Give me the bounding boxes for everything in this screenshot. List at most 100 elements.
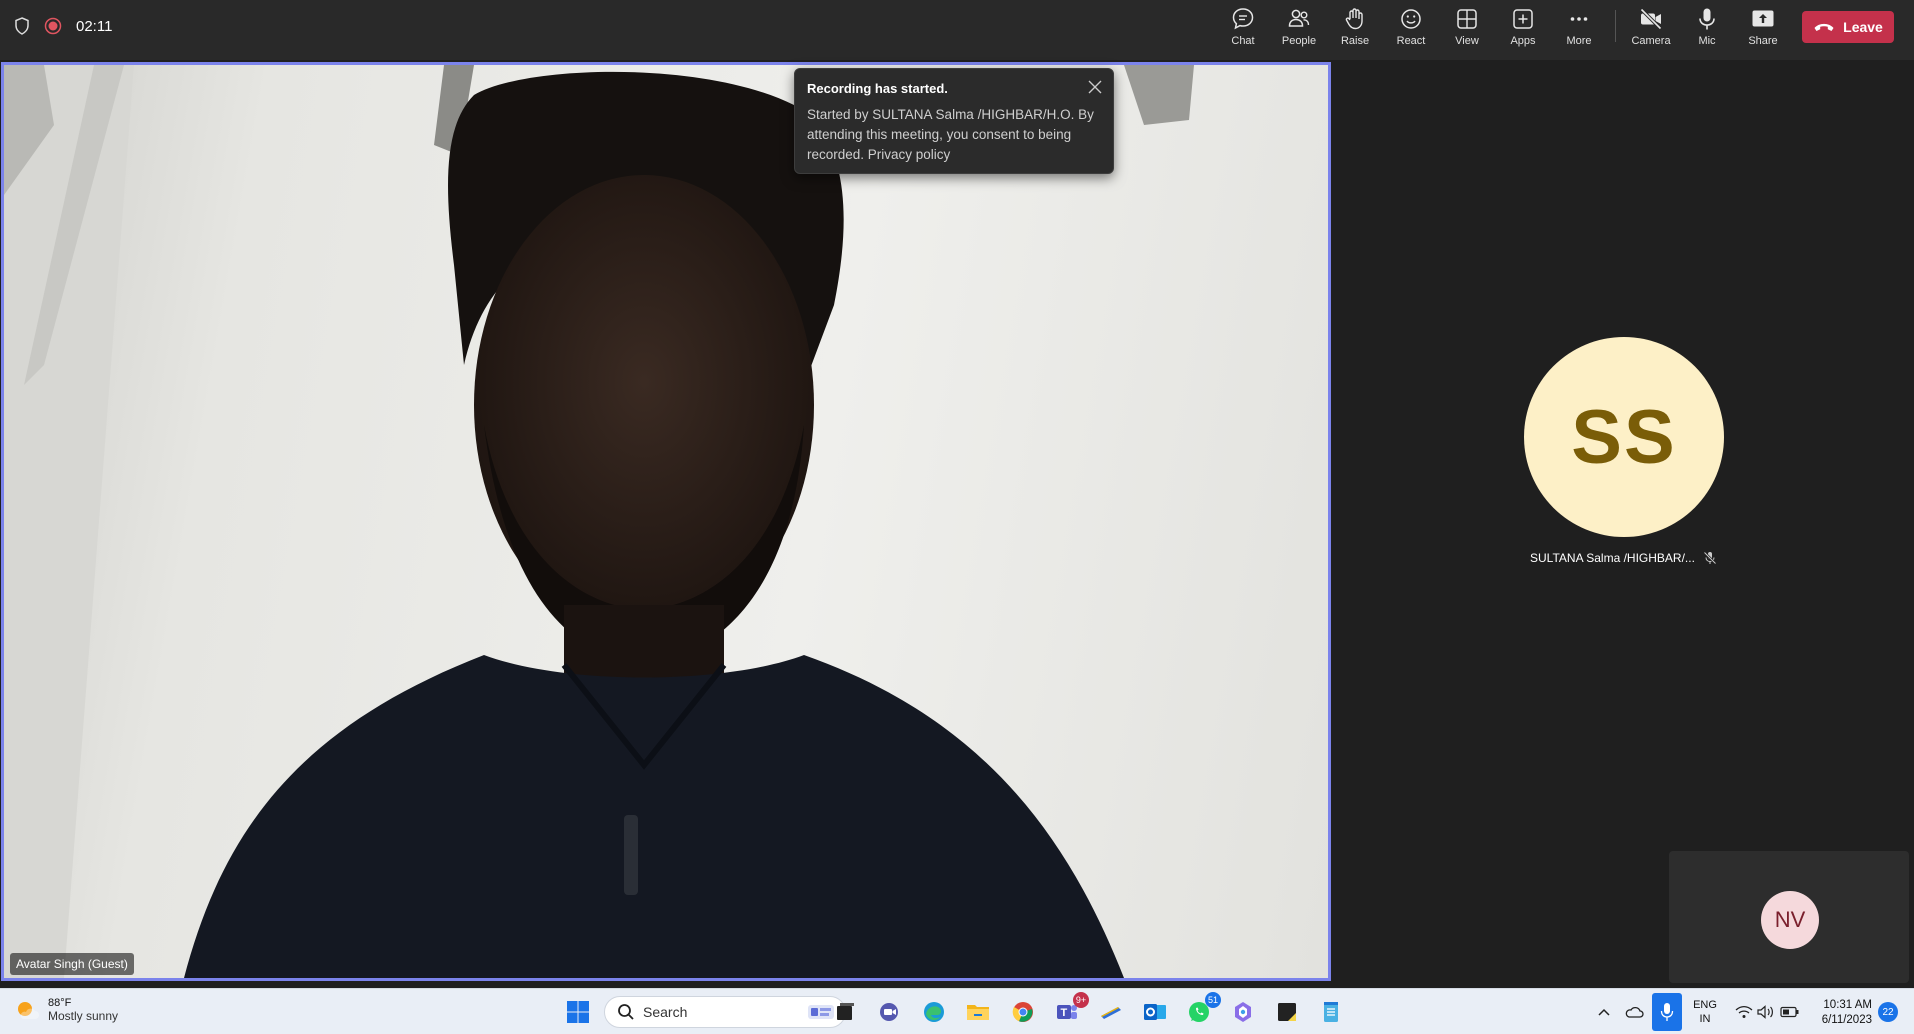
chrome-icon — [1012, 1002, 1033, 1022]
participant-name: SULTANA Salma /HIGHBAR/... — [1530, 551, 1695, 565]
weather-temp: 88°F — [48, 997, 72, 1009]
people-label: People — [1281, 35, 1317, 47]
apps-plus-icon — [1513, 9, 1533, 29]
outlook-icon — [1144, 1004, 1166, 1020]
more-button[interactable]: More — [1552, 6, 1606, 54]
view-label: View — [1455, 35, 1479, 47]
react-label: React — [1396, 35, 1426, 47]
chat-icon — [1232, 8, 1254, 30]
raise-hand-button[interactable]: Raise — [1328, 6, 1382, 54]
tray-mic-active[interactable] — [1652, 993, 1682, 1031]
camera-button[interactable]: Camera — [1624, 6, 1678, 54]
view-grid-icon — [1457, 9, 1477, 29]
language-indicator[interactable]: ENG IN — [1692, 998, 1718, 1026]
mic-button[interactable]: Mic — [1680, 6, 1734, 54]
phone-hangup-icon — [1814, 23, 1834, 31]
shield-icon[interactable] — [14, 17, 30, 35]
react-button[interactable]: React — [1384, 6, 1438, 54]
folder-icon — [967, 1005, 989, 1020]
taskbar-whatsapp[interactable]: 51 — [1185, 992, 1221, 1026]
meeting-status: 02:11 — [14, 16, 112, 36]
people-button[interactable]: People — [1272, 6, 1326, 54]
copilot-icon — [1235, 1002, 1251, 1022]
camera-label: Camera — [1631, 35, 1671, 47]
smiley-icon — [1401, 9, 1421, 29]
notification-body: Started by SULTANA Salma /HIGHBAR/H.O. B… — [807, 107, 1094, 162]
taskbar-sticky-notes[interactable] — [1273, 998, 1301, 1026]
sticky-notes-icon — [1278, 1003, 1296, 1021]
language-line1: ENG — [1693, 999, 1717, 1011]
taskbar-outlook[interactable] — [1141, 998, 1169, 1026]
participant-avatar-nv: NV — [1761, 891, 1819, 949]
taskbar-app-pen[interactable] — [1097, 998, 1125, 1026]
weather-widget[interactable]: 88°F Mostly sunny — [14, 997, 118, 1023]
whatsapp-badge: 51 — [1205, 992, 1221, 1008]
speaker-icon — [1757, 1005, 1773, 1019]
taskbar-chrome[interactable] — [1009, 998, 1037, 1026]
taskbar-teams[interactable]: T 9+ — [1053, 992, 1089, 1026]
chevron-up-icon — [1598, 1008, 1610, 1016]
weather-desc: Mostly sunny — [48, 1009, 119, 1023]
teams-badge: 9+ — [1073, 992, 1089, 1008]
close-icon[interactable] — [1087, 79, 1103, 95]
video-chat-icon — [880, 1003, 898, 1021]
mic-icon — [1660, 1003, 1674, 1021]
start-button[interactable] — [564, 998, 592, 1026]
wifi-icon — [1735, 1005, 1753, 1018]
mic-icon — [1699, 8, 1715, 30]
clock-time: 10:31 AM — [1823, 999, 1872, 1011]
participant-name-tag: Avatar Singh (Guest) — [10, 953, 134, 975]
camera-off-icon — [1640, 8, 1662, 30]
apps-button[interactable]: Apps — [1496, 6, 1550, 54]
self-view-tile[interactable]: NV — [1669, 851, 1909, 983]
tray-battery[interactable] — [1776, 998, 1804, 1026]
tray-show-hidden[interactable] — [1590, 998, 1618, 1026]
task-view-button[interactable] — [831, 998, 859, 1026]
taskbar-search[interactable]: Search — [604, 996, 846, 1028]
clock-date: 6/11/2023 — [1821, 1014, 1872, 1026]
meeting-toolbar: 02:11 Chat People Raise React View Apps … — [0, 0, 1914, 60]
search-icon — [618, 1004, 634, 1020]
windows-logo-icon — [567, 1001, 589, 1023]
chat-button[interactable]: Chat — [1216, 6, 1270, 54]
participant-avatar-ss[interactable]: SS — [1524, 337, 1724, 537]
taskbar-copilot[interactable] — [1229, 998, 1257, 1026]
participant-video-feed — [4, 65, 1194, 978]
apps-label: Apps — [1510, 35, 1536, 47]
leave-label: Leave — [1843, 19, 1883, 35]
sun-cloud-icon — [18, 1002, 39, 1019]
raise-label: Raise — [1340, 35, 1370, 47]
tray-onedrive[interactable] — [1620, 998, 1648, 1026]
system-clock[interactable]: 10:31 AM 6/11/2023 — [1804, 998, 1872, 1028]
notepad-icon — [1324, 1002, 1338, 1022]
leave-button[interactable]: Leave — [1802, 11, 1894, 43]
more-label: More — [1566, 35, 1592, 47]
main-video-tile[interactable]: Avatar Singh (Guest) — [1, 62, 1331, 981]
recording-icon — [44, 17, 62, 35]
view-button[interactable]: View — [1440, 6, 1494, 54]
taskbar-file-explorer[interactable] — [964, 998, 992, 1026]
toolbar-divider — [1615, 10, 1616, 42]
share-label: Share — [1748, 35, 1778, 47]
search-label: Search — [643, 1004, 688, 1020]
task-view-icon — [837, 1003, 854, 1020]
notification-center-button[interactable]: 22 — [1878, 1002, 1898, 1022]
hand-icon — [1345, 8, 1363, 30]
svg-text:T: T — [1061, 1007, 1068, 1019]
recording-notification: Recording has started. Started by SULTAN… — [794, 68, 1114, 174]
taskbar-notepad[interactable] — [1317, 998, 1345, 1026]
share-button[interactable]: Share — [1736, 6, 1790, 54]
more-dots-icon — [1570, 17, 1588, 21]
chat-label: Chat — [1231, 35, 1255, 47]
share-icon — [1752, 10, 1774, 27]
cloud-sync-icon — [1625, 1006, 1644, 1018]
notification-count: 22 — [1882, 1006, 1894, 1018]
meeting-timer: 02:11 — [76, 17, 113, 35]
notification-title: Recording has started. — [807, 81, 948, 96]
taskbar-edge[interactable] — [920, 998, 948, 1026]
language-line2: IN — [1699, 1013, 1711, 1025]
battery-icon — [1780, 1006, 1799, 1018]
taskbar-meet-app[interactable] — [876, 998, 904, 1026]
people-icon — [1288, 9, 1310, 27]
edge-icon — [924, 1002, 944, 1022]
